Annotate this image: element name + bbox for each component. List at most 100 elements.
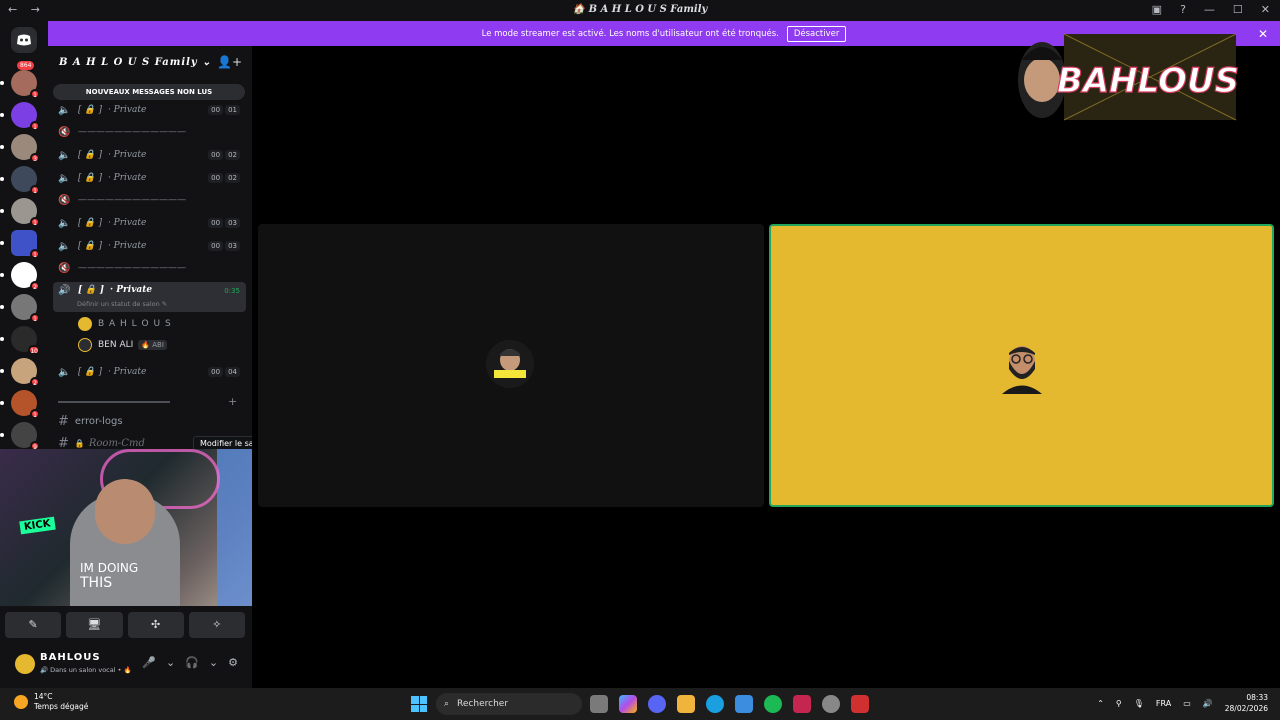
server-icon[interactable]: 3 xyxy=(0,134,40,163)
discord-home-icon[interactable] xyxy=(11,27,37,53)
server-icon[interactable]: 1 xyxy=(0,70,40,99)
user-tag: 🔥 ABI xyxy=(138,340,167,350)
speaker-icon: 🔈 xyxy=(58,172,71,184)
window-controls: ▣ ? — ☐ ✕ xyxy=(1152,3,1270,16)
voice-channel-divider[interactable]: 🔇 ———————————— xyxy=(58,191,246,209)
server-icon[interactable]: 1 xyxy=(0,102,40,131)
add-channel-icon[interactable]: + xyxy=(228,395,237,408)
microphone-icon[interactable]: 🎙 xyxy=(1134,699,1144,708)
user-panel: BAHLOUS 🔊 Dans un salon vocal • 🔥 🎤 ⌄ 🎧 … xyxy=(8,648,248,680)
participant-tile-speaking[interactable] xyxy=(769,224,1274,507)
discord-icon[interactable] xyxy=(648,695,666,713)
channel-timer: 0:35 xyxy=(224,287,240,295)
speaker-active-icon: 🔊 xyxy=(58,285,71,296)
windows-start-icon[interactable] xyxy=(411,696,427,712)
copilot-icon[interactable] xyxy=(619,695,637,713)
app-icon[interactable] xyxy=(851,695,869,713)
banner-close-icon[interactable]: ✕ xyxy=(1258,27,1268,41)
voice-channel[interactable]: 🔈 [ 🔒 ] · Private 00 01 xyxy=(58,101,246,119)
voice-channel-divider[interactable]: 🔇 ———————————— xyxy=(58,259,246,277)
bearded-avatar-icon xyxy=(1002,346,1042,394)
server-icon[interactable]: 1 xyxy=(0,230,40,259)
volume-icon[interactable]: 🔊 xyxy=(1203,699,1213,708)
avatar[interactable] xyxy=(15,654,35,674)
bahlous-logo-icon: BAHLOUS xyxy=(1018,33,1240,121)
chevron-down-icon[interactable]: ⌄ xyxy=(166,656,175,669)
speaker-icon: 🔈 xyxy=(58,240,71,252)
chevron-down-icon[interactable]: ⌄ xyxy=(209,656,218,669)
spotify-icon[interactable] xyxy=(764,695,782,713)
camera-off-button[interactable]: ✎ xyxy=(5,612,62,638)
chevron-down-icon: ⌄ xyxy=(202,57,212,68)
app-icon[interactable] xyxy=(793,695,811,713)
voice-channel[interactable]: 🔈 [ 🔒 ] · Private 00 02 xyxy=(58,169,246,187)
chevron-up-icon[interactable]: ⌃ xyxy=(1097,699,1104,708)
activities-button[interactable]: ✣ xyxy=(127,612,184,638)
streamer-face xyxy=(95,479,155,544)
svg-text:BAHLOUS: BAHLOUS xyxy=(1057,61,1239,101)
user-count: 00 02 xyxy=(208,173,240,183)
file-explorer-icon[interactable] xyxy=(677,695,695,713)
display-icon[interactable]: ▭ xyxy=(1183,699,1191,708)
network-icon[interactable]: ⚲ xyxy=(1116,699,1122,708)
server-icon[interactable]: 1 xyxy=(0,294,40,323)
server-icon[interactable]: 1 xyxy=(0,390,40,419)
store-icon[interactable] xyxy=(735,695,753,713)
close-window-icon[interactable]: ✕ xyxy=(1261,3,1270,16)
taskbar-search[interactable]: ⌕ Rechercher xyxy=(436,693,582,715)
set-channel-status[interactable]: Définir un statut de salon ✎ xyxy=(77,300,167,308)
speaker-icon: 🔈 xyxy=(58,104,71,116)
minimize-icon[interactable]: — xyxy=(1204,3,1215,16)
clock[interactable]: 08:33 28/02/2026 xyxy=(1225,692,1268,714)
server-icon[interactable]: 1 xyxy=(0,166,40,195)
server-icon[interactable]: 2 xyxy=(0,262,40,291)
gear-icon[interactable]: ⚙ xyxy=(228,656,238,669)
screen-share-button[interactable]: 🖥 xyxy=(66,612,123,638)
voice-channel[interactable]: 🔈 [ 🔒 ] · Private 00 04 xyxy=(58,363,246,381)
taskbar: 14°C Temps dégagé ⌕ Rechercher ⌃ ⚲ 🎙 FRA… xyxy=(0,688,1280,720)
window-title: 🏠 B A H L O U S Family xyxy=(572,4,708,15)
server-icon[interactable]: 2 xyxy=(0,358,40,387)
category-divider[interactable] xyxy=(58,401,170,403)
shirt-text: IM DOING THIS xyxy=(80,561,139,591)
username[interactable]: BAHLOUS xyxy=(40,652,101,663)
voice-channel[interactable]: 🔈 [ 🔒 ] · Private 00 03 xyxy=(58,214,246,232)
server-icon[interactable]: 10 xyxy=(0,326,40,355)
user-controls: 🎤 ⌄ 🎧 ⌄ ⚙ xyxy=(142,656,238,669)
task-view-icon[interactable] xyxy=(590,695,608,713)
weather-widget[interactable]: 14°C Temps dégagé xyxy=(14,692,88,712)
taskbar-apps xyxy=(590,695,869,713)
voice-channel-divider[interactable]: 🔇 ———————————— xyxy=(58,123,246,141)
user-count: 00 03 xyxy=(208,218,240,228)
user-status: 🔊 Dans un salon vocal • 🔥 xyxy=(40,666,132,674)
new-messages-pill[interactable]: NOUVEAUX MESSAGES NON LUS xyxy=(53,84,245,100)
settings-app-icon[interactable] xyxy=(822,695,840,713)
voice-user[interactable]: BEN ALI 🔥 ABI xyxy=(78,338,167,352)
maximize-icon[interactable]: ☐ xyxy=(1233,3,1243,16)
microphone-icon[interactable]: 🎤 xyxy=(142,656,156,669)
webcam-overlay: KICK IM DOING THIS xyxy=(0,449,287,606)
guild-name[interactable]: B A H L O U S Family ⌄ xyxy=(59,57,212,68)
dm-unread-badge: 864 xyxy=(17,61,35,70)
discord-logo-icon xyxy=(17,34,31,46)
language-indicator[interactable]: FRA xyxy=(1156,699,1171,708)
banner-text: Le mode streamer est activé. Les noms d'… xyxy=(481,28,779,39)
avatar xyxy=(78,338,92,352)
user-count: 00 04 xyxy=(208,367,240,377)
soundboard-button[interactable]: ✧ xyxy=(188,612,245,638)
disable-streamer-button[interactable]: Désactiver xyxy=(786,25,847,42)
participant-tile[interactable] xyxy=(258,224,764,507)
server-icon[interactable]: 9 xyxy=(0,422,40,451)
voice-user[interactable]: B A H L O U S xyxy=(78,317,172,331)
invite-people-icon[interactable]: 👤+ xyxy=(217,55,242,69)
avatar xyxy=(78,317,92,331)
text-channel[interactable]: # error-logs xyxy=(58,414,123,429)
active-voice-channel[interactable]: 🔊 [ 🔒 ] · Private 0:35 Définir un statut… xyxy=(53,282,246,312)
voice-channel[interactable]: 🔈 [ 🔒 ] · Private 00 02 xyxy=(58,146,246,164)
inbox-icon[interactable]: ▣ xyxy=(1152,3,1162,16)
edge-icon[interactable] xyxy=(706,695,724,713)
voice-channel[interactable]: 🔈 [ 🔒 ] · Private 00 03 xyxy=(58,237,246,255)
server-icon[interactable]: 1 xyxy=(0,198,40,227)
headphones-icon[interactable]: 🎧 xyxy=(185,656,199,669)
help-icon[interactable]: ? xyxy=(1180,3,1186,16)
